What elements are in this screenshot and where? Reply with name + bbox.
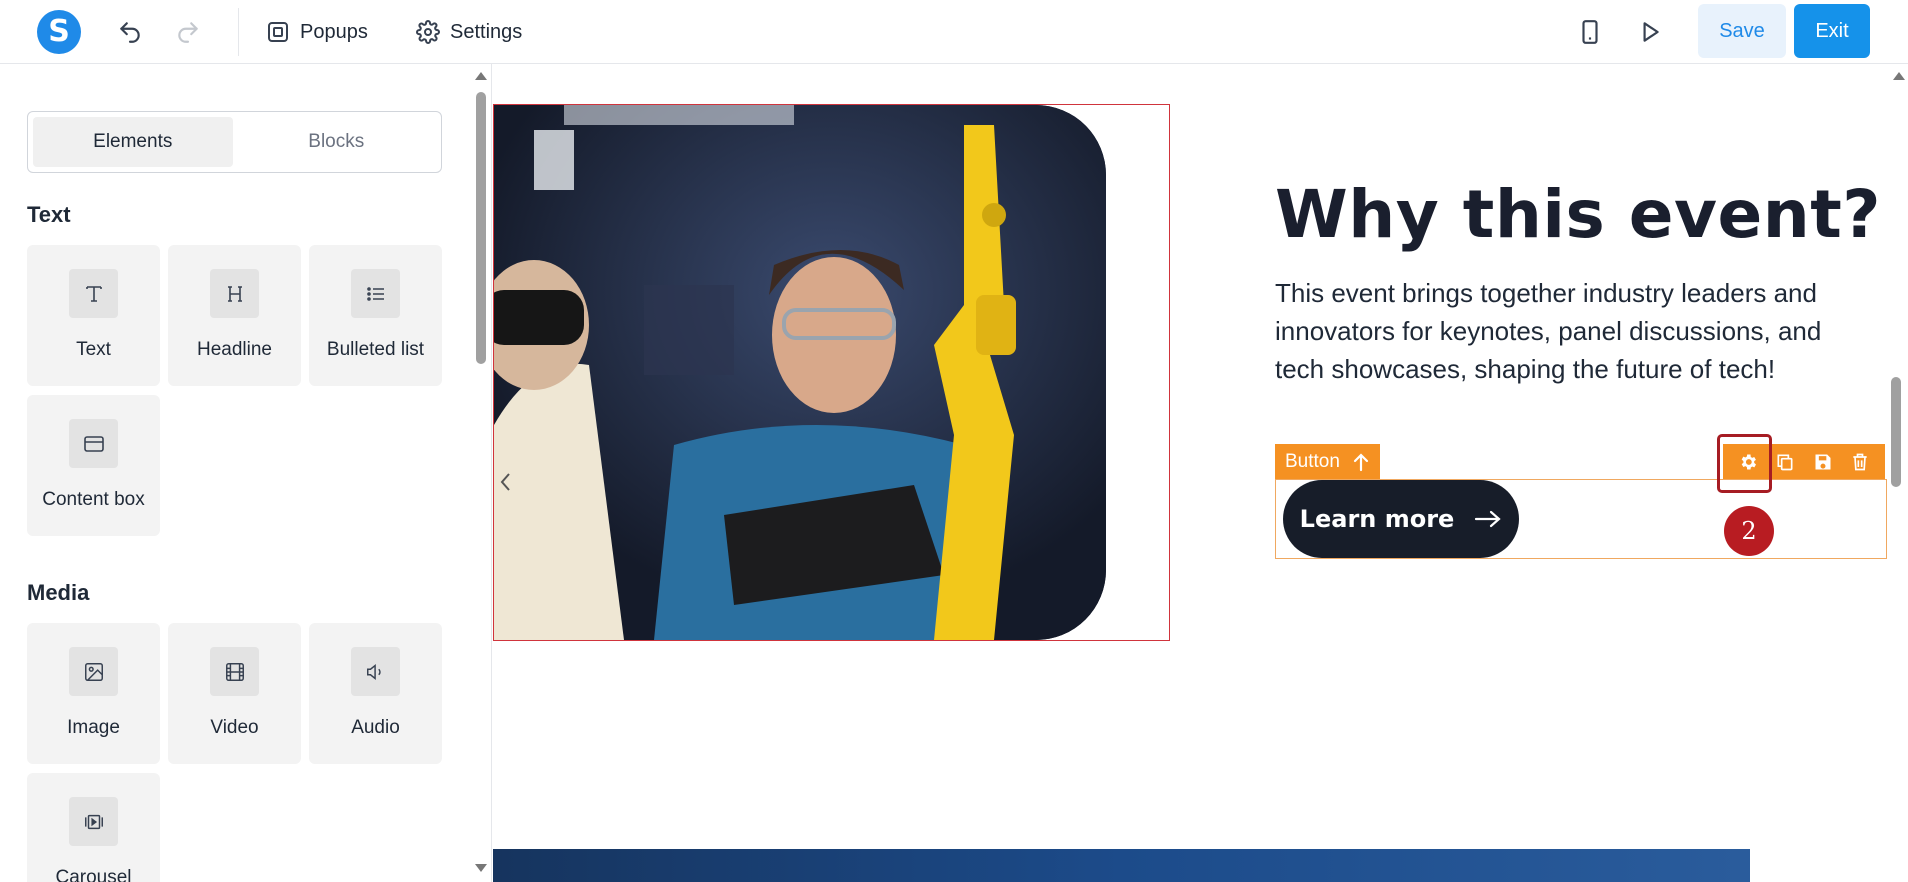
gear-icon [416, 20, 440, 44]
learn-more-label: Learn more [1299, 505, 1455, 533]
next-section-banner [493, 849, 1750, 882]
chevron-left-icon[interactable] [497, 470, 515, 501]
selected-element-name: Button [1285, 450, 1340, 472]
element-label: Bulleted list [326, 339, 425, 360]
section-heading[interactable]: Why this event? [1275, 176, 1881, 253]
sidebar-tabs: Elements Blocks [27, 111, 442, 173]
element-text[interactable]: Text [27, 245, 160, 386]
element-label: Video [210, 717, 259, 738]
settings-menu[interactable]: Settings [416, 16, 522, 48]
section-title-media: Media [27, 580, 90, 605]
popups-menu[interactable]: Popups [266, 16, 368, 48]
text-icon [69, 269, 118, 318]
popups-label: Popups [300, 20, 368, 43]
trash-icon[interactable] [1846, 448, 1874, 476]
element-label: Image [67, 717, 120, 738]
settings-highlight-box [1717, 434, 1772, 493]
content-box-icon [69, 419, 118, 468]
settings-label: Settings [450, 20, 523, 43]
save-button[interactable]: Save [1698, 4, 1786, 58]
headline-icon [210, 269, 259, 318]
selected-element-tag[interactable]: Button [1275, 444, 1380, 479]
editor-canvas: Why this event? This event brings togeth… [493, 64, 1890, 882]
elements-sidebar: Elements Blocks Text Text Headline Bulle… [0, 64, 492, 882]
undo-icon[interactable] [114, 16, 146, 48]
element-label: Text [76, 339, 111, 360]
element-label: Headline [197, 339, 272, 360]
element-carousel[interactable]: Carousel [27, 773, 160, 882]
mobile-icon[interactable] [1574, 16, 1606, 48]
tab-elements[interactable]: Elements [33, 117, 233, 167]
element-label: Audio [351, 717, 400, 738]
copy-icon[interactable] [1771, 448, 1799, 476]
event-photo[interactable] [494, 105, 1106, 640]
element-image[interactable]: Image [27, 623, 160, 764]
element-label: Content box [42, 489, 145, 510]
step-badge: 2 [1724, 506, 1774, 556]
image-block-outline[interactable] [493, 104, 1170, 641]
exit-button[interactable]: Exit [1794, 4, 1870, 58]
save-icon[interactable] [1809, 448, 1837, 476]
arrow-right-icon [1475, 510, 1501, 528]
audio-icon [351, 647, 400, 696]
element-label: Carousel [55, 867, 132, 882]
canvas-scroll-thumb[interactable] [1891, 377, 1901, 487]
element-video[interactable]: Video [168, 623, 301, 764]
element-audio[interactable]: Audio [309, 623, 442, 764]
toolbar-divider [238, 8, 239, 56]
top-toolbar: S Popups Settings Save Exit [0, 0, 1908, 64]
element-headline[interactable]: Headline [168, 245, 301, 386]
element-content-box[interactable]: Content box [27, 395, 160, 536]
image-icon [69, 647, 118, 696]
redo-icon[interactable] [172, 16, 204, 48]
section-title-text: Text [27, 202, 71, 227]
play-icon[interactable] [1634, 16, 1666, 48]
popups-icon [268, 22, 288, 42]
video-icon [210, 647, 259, 696]
learn-more-button[interactable]: Learn more [1283, 480, 1519, 558]
arrow-up-icon[interactable] [1352, 452, 1370, 472]
section-paragraph[interactable]: This event brings together industry lead… [1275, 274, 1835, 388]
list-icon [351, 269, 400, 318]
carousel-icon [69, 797, 118, 846]
app-logo[interactable]: S [37, 10, 81, 54]
element-bulleted-list[interactable]: Bulleted list [309, 245, 442, 386]
tab-blocks[interactable]: Blocks [237, 117, 437, 167]
sidebar-scroll-thumb[interactable] [476, 92, 486, 364]
